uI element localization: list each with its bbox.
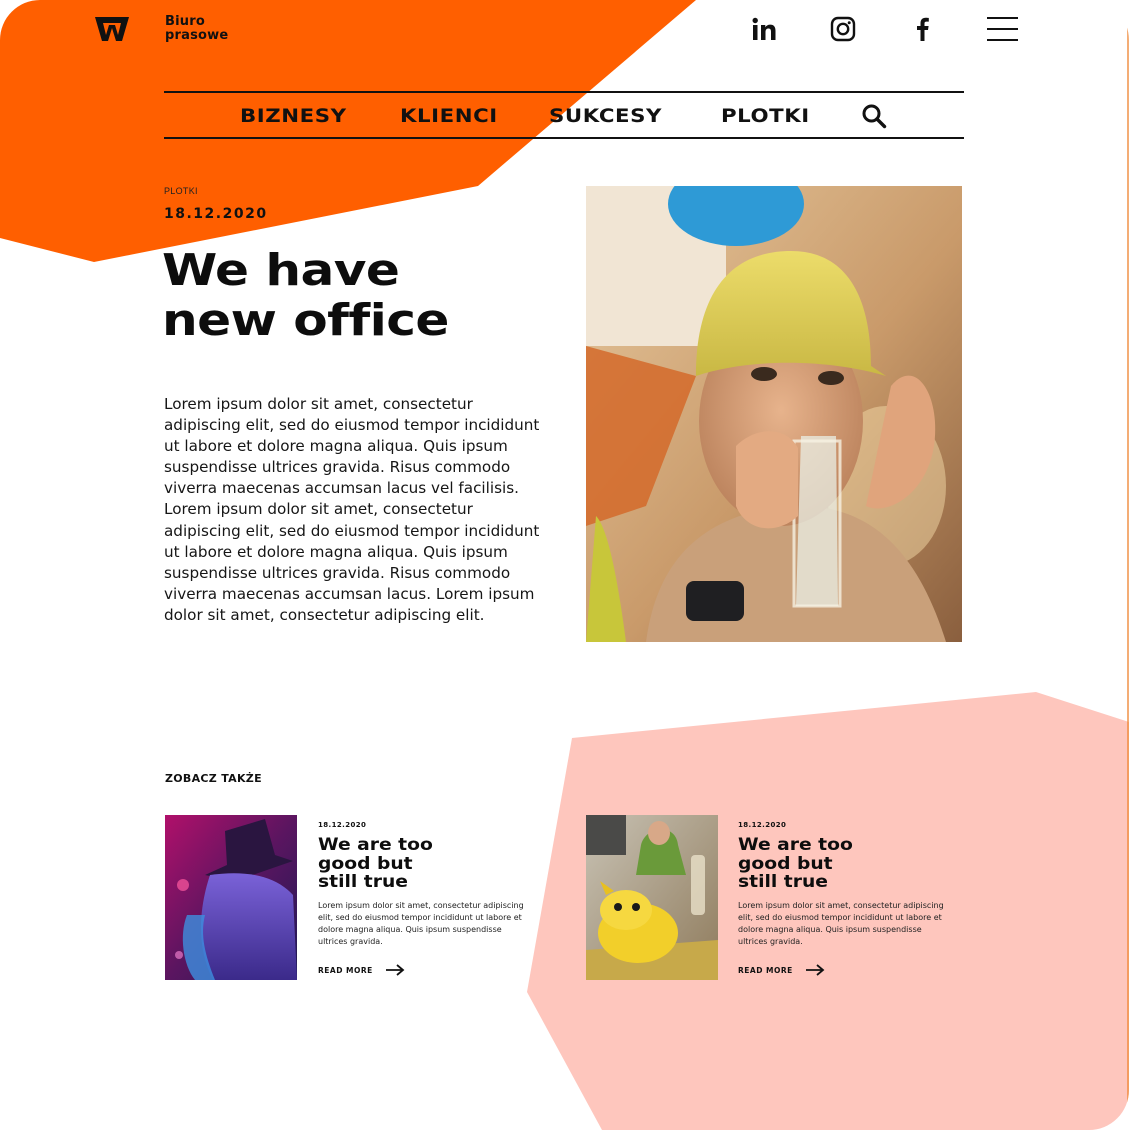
related-card-1-read-more[interactable]: READ MORE (318, 962, 405, 978)
search-icon[interactable] (861, 103, 887, 129)
article-date: 18.12.2020 (164, 206, 268, 222)
facebook-icon[interactable] (907, 14, 937, 44)
nav-item-klienci[interactable]: KLIENCI (400, 105, 498, 127)
related-card-1-date: 18.12.2020 (318, 821, 367, 829)
related-card-1-text: Lorem ipsum dolor sit amet, consectetur … (318, 901, 524, 946)
read-more-label: READ MORE (738, 965, 793, 975)
related-heading: ZOBACZ TAKŻE (165, 772, 262, 785)
related-card-2-image[interactable] (586, 815, 718, 980)
related-card-2-text: Lorem ipsum dolor sit amet, consectetur … (738, 901, 944, 946)
related-card-2-read-more[interactable]: READ MORE (738, 962, 825, 978)
article-title: We have new office (162, 245, 449, 346)
nav-item-plotki[interactable]: PLOTKI (721, 105, 810, 127)
page: Biuro prasowe BIZNESY KLIENCI SUKCESY PL… (0, 0, 1129, 1130)
article-body: Lorem ipsum dolor sit amet, consectetur … (164, 395, 540, 624)
nav-item-biznesy[interactable]: BIZNESY (240, 105, 347, 127)
nav-item-sukcesy[interactable]: SUKCESY (549, 105, 662, 127)
arrow-right-icon (385, 964, 405, 976)
related-card-2-title[interactable]: We are too good but still true (738, 836, 925, 892)
arrow-right-icon (805, 964, 825, 976)
related-card-1-image[interactable] (165, 815, 297, 980)
article-category[interactable]: PLOTKI (164, 186, 198, 196)
brand-logo-icon[interactable] (94, 16, 130, 42)
article-hero-image (586, 186, 962, 642)
related-card-2-date: 18.12.2020 (738, 821, 787, 829)
related-card-1-title[interactable]: We are too good but still true (318, 836, 505, 892)
brand-name[interactable]: Biuro prasowe (165, 15, 275, 43)
read-more-label: READ MORE (318, 965, 373, 975)
linkedin-icon[interactable] (749, 14, 779, 44)
main-navigation: BIZNESY KLIENCI SUKCESY PLOTKI (164, 91, 964, 139)
hamburger-menu-icon[interactable] (987, 16, 1018, 42)
instagram-icon[interactable] (828, 14, 858, 44)
